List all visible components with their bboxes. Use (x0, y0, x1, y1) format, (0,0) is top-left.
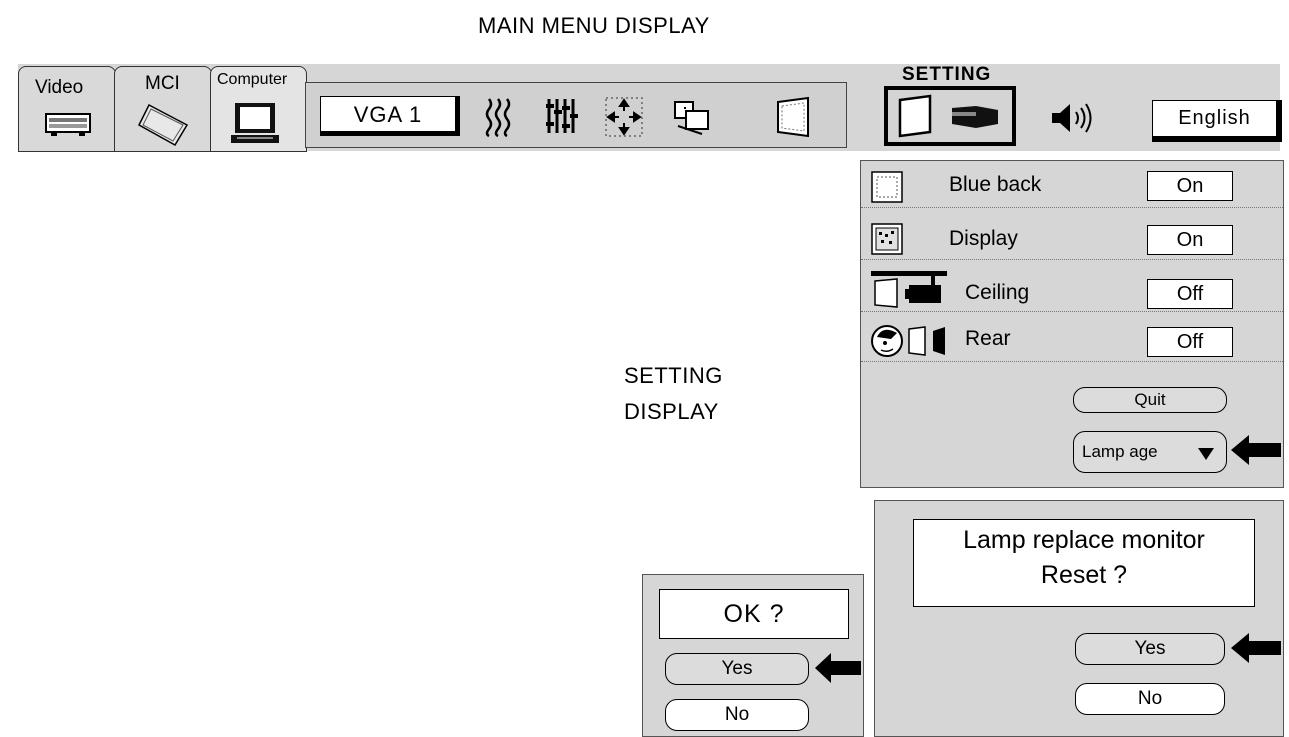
setting-row-display[interactable]: Display On (861, 219, 1283, 260)
language-value: English (1178, 107, 1251, 129)
tab-mci-label: MCI (145, 73, 180, 94)
position-icon[interactable] (604, 96, 644, 138)
lamp-reset-no-label: No (1137, 688, 1163, 709)
ceiling-projector-icon (871, 271, 947, 308)
lamp-reset-yes-button[interactable]: Yes (1075, 633, 1225, 665)
tab-mci[interactable]: MCI (114, 66, 212, 152)
main-menu-caption: MAIN MENU DISPLAY (478, 13, 710, 38)
rear-projection-icon (871, 325, 945, 357)
lamp-reset-message: Lamp replace monitor Reset ? (913, 519, 1255, 607)
image-adjust-icon[interactable] (484, 96, 518, 138)
lamp-reset-no-button[interactable]: No (1075, 683, 1225, 715)
pc-adjust-icon[interactable] (544, 96, 578, 136)
display-label: Display (949, 227, 1018, 250)
lamp-reset-line2: Reset ? (1040, 561, 1128, 589)
setting-screen-icon (898, 94, 932, 138)
lamp-age-button[interactable]: Lamp age (1073, 431, 1227, 473)
mci-diamond-icon (138, 103, 189, 147)
ok-no-button[interactable]: No (665, 699, 809, 731)
tab-video[interactable]: Video (18, 66, 116, 152)
ok-confirm-dialog: OK ? Yes No (642, 574, 864, 737)
setting-row-ceiling[interactable]: Ceiling Off (861, 271, 1283, 312)
quit-button[interactable]: Quit (1073, 387, 1227, 413)
setting-menu-panel: Blue back On Display On Ceiling Off Rear… (860, 160, 1284, 488)
rear-label: Rear (965, 327, 1011, 350)
ok-yes-label: Yes (721, 658, 753, 679)
ok-yes-button[interactable]: Yes (665, 653, 809, 685)
video-projector-icon (45, 113, 91, 136)
setting-title: SETTING (902, 64, 992, 85)
rear-value[interactable]: Off (1147, 327, 1233, 357)
setting-display-caption-line1: SETTING (624, 363, 723, 388)
tab-computer[interactable]: Computer (210, 66, 307, 152)
ceiling-label: Ceiling (965, 281, 1030, 304)
computer-icon (231, 103, 279, 143)
lamp-reset-dialog: Lamp replace monitor Reset ? Yes No (874, 500, 1284, 737)
display-value[interactable]: On (1147, 225, 1233, 255)
pointer-arrow-icon (815, 653, 861, 683)
ok-no-label: No (724, 704, 750, 725)
picture-mode-icon[interactable] (672, 98, 712, 136)
language-select[interactable]: English (1152, 100, 1282, 142)
pointer-arrow-icon (1231, 633, 1281, 663)
volume-icon[interactable] (1048, 100, 1096, 136)
lamp-age-label: Lamp age (1082, 442, 1158, 461)
tab-computer-label: Computer (217, 71, 288, 88)
setting-display-caption-line2: DISPLAY (624, 399, 719, 424)
setting-row-rear[interactable]: Rear Off (861, 321, 1283, 362)
tab-video-label: Video (35, 77, 84, 98)
setting-projector-icon (952, 106, 998, 128)
screen-icon[interactable] (774, 96, 812, 138)
source-value: VGA 1 (353, 102, 423, 127)
source-select[interactable]: VGA 1 (320, 96, 460, 136)
setting-row-blue-back[interactable]: Blue back On (861, 167, 1283, 208)
blue-back-label: Blue back (949, 173, 1042, 196)
ceiling-value[interactable]: Off (1147, 279, 1233, 309)
screen-dotted-icon (871, 171, 903, 203)
pointer-arrow-icon (1231, 435, 1281, 465)
ok-title: OK ? (723, 600, 785, 628)
screen-pattern-icon (871, 223, 903, 255)
lamp-reset-yes-label: Yes (1134, 638, 1166, 659)
quit-label: Quit (1134, 390, 1166, 409)
ok-message: OK ? (659, 589, 849, 639)
blue-back-value[interactable]: On (1147, 171, 1233, 201)
chevron-down-icon (1198, 448, 1214, 460)
lamp-reset-line1: Lamp replace monitor (963, 526, 1205, 554)
